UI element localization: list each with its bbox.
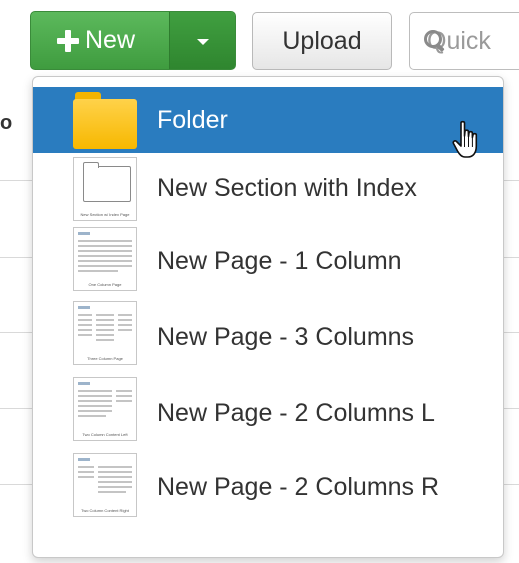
menu-item-label: New Page - 1 Column [157,247,402,275]
two-column-left-thumbnail-icon: Two Column Content Left [73,377,137,441]
menu-item-new-page-1-column[interactable]: One Column Page New Page - 1 Column [33,225,503,301]
table-header-fragment: o [0,112,13,134]
plus-icon [57,29,79,52]
table-row-divider [504,332,519,333]
table-row-divider [504,257,519,258]
quick-search-box[interactable] [409,12,519,70]
folder-icon [73,89,137,153]
menu-item-new-page-3-columns[interactable]: Three Column Page New Page - 3 Columns [33,301,503,377]
upload-button[interactable]: Upload [252,12,392,70]
menu-item-label: New Section with Index [157,174,417,202]
table-row-divider [0,408,36,409]
table-row-divider [504,484,519,485]
table-row-divider [504,408,519,409]
thumbnail-caption: Two Column Content Right [81,508,129,513]
new-split-button: New [30,11,236,70]
thumbnail-caption: Two Column Content Left [82,432,128,437]
two-column-right-thumbnail-icon: Two Column Content Right [73,453,137,517]
one-column-page-thumbnail-icon: One Column Page [73,227,137,291]
table-row-divider [0,332,36,333]
new-button-label: New [85,26,136,54]
new-button[interactable]: New [31,12,169,69]
menu-item-label: New Page - 2 Columns L [157,399,435,427]
table-row-divider [0,257,36,258]
menu-item-new-page-2-columns-l[interactable]: Two Column Content Left New Page - 2 Col… [33,377,503,453]
table-row-divider [0,484,36,485]
hand-pointer-cursor-icon [452,120,478,158]
thumbnail-caption: Three Column Page [87,356,123,361]
caret-down-icon [197,39,209,45]
new-dropdown-toggle[interactable] [169,12,235,69]
thumbnail-caption: New Section w/ Index Page [80,212,130,217]
menu-item-folder[interactable]: Folder [33,87,503,153]
three-column-page-thumbnail-icon: Three Column Page [73,301,137,365]
menu-item-new-page-2-columns-r[interactable]: Two Column Content Right New Page - 2 Co… [33,453,503,549]
menu-item-label: Folder [157,106,228,134]
section-index-thumbnail-icon: New Section w/ Index Page [73,157,137,221]
new-item-dropdown-menu: Folder New Section w/ Index Page New Sec… [32,76,504,558]
menu-item-label: New Page - 3 Columns [157,323,415,351]
table-row-divider [504,180,519,181]
table-row-divider [0,180,36,181]
menu-item-new-section-with-index[interactable]: New Section w/ Index Page New Section wi… [33,153,503,225]
menu-item-label: New Page - 2 Columns R [157,473,440,501]
thumbnail-caption: One Column Page [88,282,122,287]
